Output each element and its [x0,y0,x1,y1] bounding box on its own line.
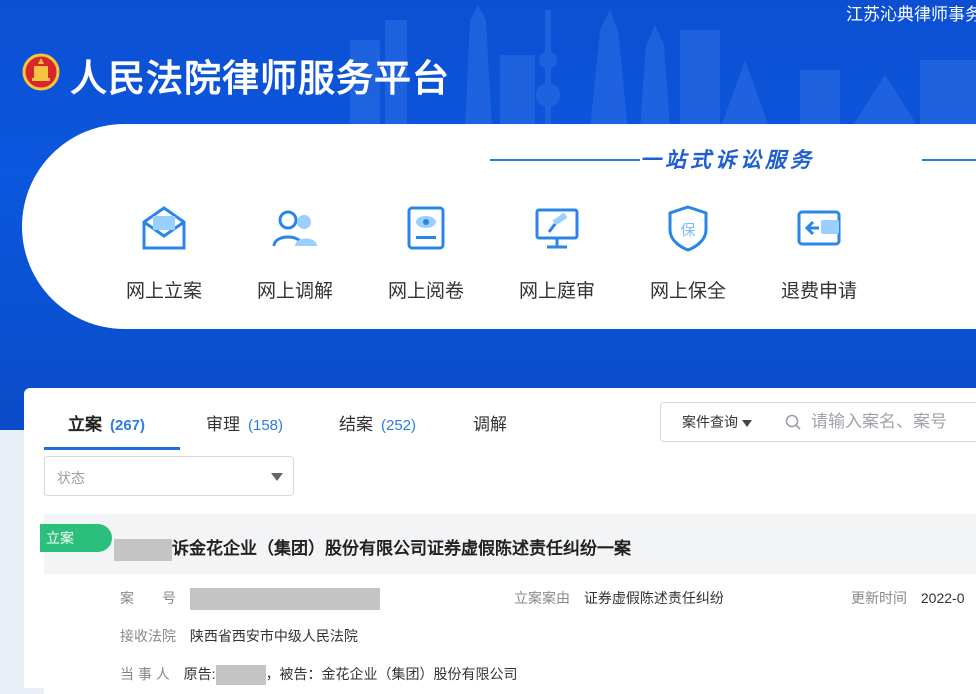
envelope-icon [142,206,186,250]
case-header: 立案 诉金花企业（集团）股份有限公司证券虚假陈述责任纠纷一案 [40,514,976,574]
case-cause-label: 立案案由 [514,590,570,606]
services-card: 一站式诉讼服务 网上立案 网上调解 网上阅卷 网上庭审 保 网上保全 退费申请 [22,124,976,329]
service-label: 网上保全 [649,281,726,302]
service-online-file-review[interactable]: 网上阅卷 [371,204,481,303]
hero-banner: 江苏沁典律师事务 人民法院律师服务平台 一站式诉讼服务 网上立案 网上调解 网上… [0,0,976,430]
service-online-mediation[interactable]: 网上调解 [240,204,350,303]
case-panel: 立案 (267) 审理 (158) 结案 (252) 调解 案件查询 状态 立案 诉金… [24,388,976,694]
tab-label: 调解 [473,415,507,434]
case-number-label: 案 号 [120,590,176,606]
users-icon [272,210,317,247]
slogan: 一站式诉讼服务 [640,147,815,172]
service-label: 网上调解 [256,281,333,302]
wallet-refund-icon [797,210,841,246]
status-placeholder: 状态 [57,470,85,486]
tab-count: (158) [248,417,284,434]
defendant-text: ，被告：金花企业（集团）股份有限公司 [265,666,518,682]
case-cause-value: 证券虚假陈述责任纠纷 [583,590,724,606]
tab-label: 审理 [206,415,240,434]
chevron-down-icon [271,473,283,481]
tab-count: (267) [110,417,146,434]
service-online-trial[interactable]: 网上庭审 [502,204,612,303]
shield-bao-icon: 保 [668,205,708,252]
file-view-icon [407,206,445,250]
search-icon [785,414,801,430]
court-row: 接收法院 陕西省西安市中级人民法院 [120,626,358,646]
case-cause-row: 立案案由 证券虚假陈述责任纠纷 [514,588,724,608]
parties-label: 当 事 人 [120,666,170,682]
caret-down-icon [742,419,752,427]
service-online-preservation[interactable]: 保 网上保全 [633,204,743,303]
tab-in-trial[interactable]: 审理 (158) [206,410,283,435]
svg-text:保: 保 [680,221,695,239]
tab-filed[interactable]: 立案 (267) [68,410,145,435]
case-status-tag: 立案 [40,524,112,552]
redacted-case-number [189,588,380,611]
updated-time-row: 更新时间 2022-0 [851,588,964,608]
query-label: 案件查询 [682,414,738,430]
redacted-name [114,538,172,561]
court-value: 陕西省西安市中级人民法院 [189,628,358,644]
active-tab-indicator [44,447,180,450]
case-title-text: 诉金花企业（集团）股份有限公司证券虚假陈述责任纠纷一案 [172,539,631,558]
service-label: 网上阅卷 [387,281,464,302]
courtroom-gavel-icon [535,208,579,249]
search-input[interactable] [809,409,976,435]
case-title[interactable]: 诉金花企业（集团）股份有限公司证券虚假陈述责任纠纷一案 [114,534,631,561]
tab-mediation[interactable]: 调解 [473,410,507,435]
redacted-plaintiff [215,665,266,686]
status-select[interactable]: 状态 [44,456,294,496]
service-online-filing[interactable]: 网上立案 [109,204,219,303]
service-refund-application[interactable]: 退费申请 [764,204,874,303]
tab-closed[interactable]: 结案 (252) [339,410,416,435]
court-label: 接收法院 [120,628,176,644]
tab-label: 立案 [68,415,102,434]
service-label: 网上立案 [125,281,202,302]
case-number-row: 案 号 [120,588,380,611]
platform-title: 人民法院律师服务平台 [70,58,450,99]
plaintiff-prefix: 原告: [183,666,216,682]
law-firm-name: 江苏沁典律师事务 [846,5,976,24]
service-label: 网上庭审 [518,281,595,302]
service-label: 退费申请 [780,281,857,302]
court-emblem-icon [22,53,60,91]
tab-label: 结案 [339,415,373,434]
updated-time-value: 2022-0 [920,590,965,606]
case-card[interactable]: 立案 诉金花企业（集团）股份有限公司证券虚假陈述责任纠纷一案 案 号 立案案由 … [40,514,976,694]
tab-count: (252) [381,417,417,434]
parties-row: 当 事 人 原告: ，被告：金花企业（集团）股份有限公司 [120,664,518,686]
slogan-divider-right [922,159,976,161]
case-query-dropdown[interactable]: 案件查询 [660,402,774,442]
updated-time-label: 更新时间 [851,590,907,606]
search-box [773,402,976,442]
slogan-divider-left [490,159,640,161]
